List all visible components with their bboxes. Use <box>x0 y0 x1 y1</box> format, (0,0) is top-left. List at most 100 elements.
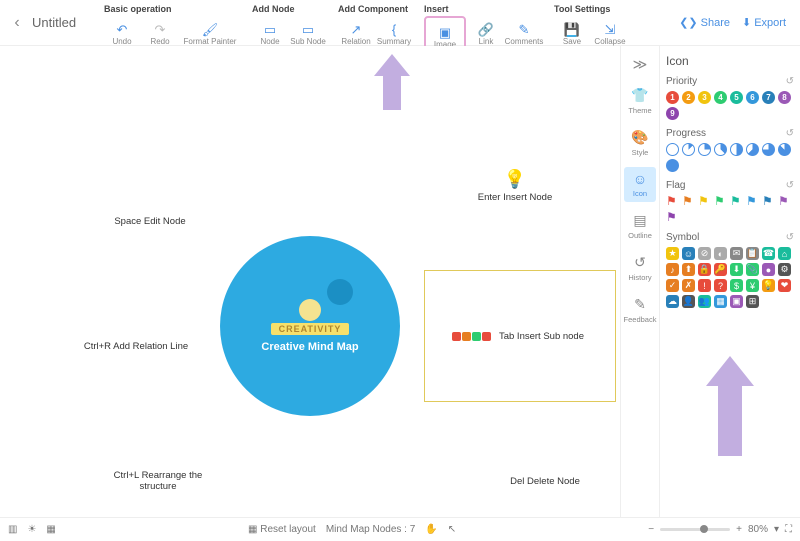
symbol-27[interactable]: ▦ <box>714 295 727 308</box>
tab-expand[interactable]: ≫ <box>624 52 656 77</box>
progress-7[interactable] <box>778 143 791 156</box>
center-node[interactable]: CREATIVITY Creative Mind Map <box>220 236 400 416</box>
redo-button[interactable]: ↷Redo <box>142 16 178 46</box>
flag-1[interactable]: ⚑ <box>682 195 695 208</box>
symbol-23[interactable]: ❤ <box>778 279 791 292</box>
progress-4[interactable] <box>730 143 743 156</box>
symbol-5[interactable]: 📋 <box>746 247 759 260</box>
node-n1[interactable]: Space Edit Node <box>70 166 230 276</box>
back-button[interactable]: ‹ <box>6 0 28 45</box>
symbol-25[interactable]: 👤 <box>682 295 695 308</box>
priority-8[interactable]: 8 <box>778 91 791 104</box>
flag-0[interactable]: ⚑ <box>666 195 679 208</box>
node-n4[interactable]: 💡Enter Insert Node <box>420 121 610 251</box>
symbol-10[interactable]: 🔒 <box>698 263 711 276</box>
progress-6[interactable] <box>762 143 775 156</box>
flag-6[interactable]: ⚑ <box>762 195 775 208</box>
symbol-8[interactable]: ♪ <box>666 263 679 276</box>
format-painter-button[interactable]: 🖌Format Painter <box>180 16 240 46</box>
link-button[interactable]: 🔗Link <box>468 16 504 46</box>
symbol-17[interactable]: ✗ <box>682 279 695 292</box>
symbol-4[interactable]: ✉ <box>730 247 743 260</box>
symbol-2[interactable]: ⊘ <box>698 247 711 260</box>
progress-5[interactable] <box>746 143 759 156</box>
symbol-0[interactable]: ★ <box>666 247 679 260</box>
reset-icon[interactable]: ↺ <box>786 232 794 243</box>
symbol-18[interactable]: ! <box>698 279 711 292</box>
sub-node-button[interactable]: ▭Sub Node <box>290 16 326 46</box>
symbol-12[interactable]: ⬇ <box>730 263 743 276</box>
priority-9[interactable]: 9 <box>666 107 679 120</box>
priority-6[interactable]: 6 <box>746 91 759 104</box>
symbol-21[interactable]: ¥ <box>746 279 759 292</box>
fullscreen-icon[interactable]: ⛶ <box>785 524 792 535</box>
progress-3[interactable] <box>714 143 727 156</box>
grid-icon[interactable]: ▦ <box>46 524 55 535</box>
save-button[interactable]: 💾Save <box>554 16 590 46</box>
zoom-out-icon[interactable]: − <box>648 524 654 535</box>
priority-3[interactable]: 3 <box>698 91 711 104</box>
zoom-slider[interactable] <box>660 528 730 531</box>
symbol-14[interactable]: ● <box>762 263 775 276</box>
tab-icon[interactable]: ☺Icon <box>624 167 656 202</box>
tab-feedback[interactable]: ✎Feedback <box>624 292 656 328</box>
symbol-28[interactable]: ▣ <box>730 295 743 308</box>
symbol-6[interactable]: ☎ <box>762 247 775 260</box>
symbol-26[interactable]: 👥 <box>698 295 711 308</box>
export-button[interactable]: ⬇Export <box>742 16 786 29</box>
mindmap-canvas[interactable]: CREATIVITY Creative Mind Map Space Edit … <box>0 46 620 517</box>
tab-history[interactable]: ↺History <box>624 250 656 286</box>
tab-style[interactable]: 🎨Style <box>624 125 656 161</box>
zoom-in-icon[interactable]: + <box>736 524 742 535</box>
summary-button[interactable]: {Summary <box>376 16 412 46</box>
symbol-22[interactable]: 💡 <box>762 279 775 292</box>
symbol-3[interactable]: ◐ <box>714 247 727 260</box>
priority-7[interactable]: 7 <box>762 91 775 104</box>
priority-1[interactable]: 1 <box>666 91 679 104</box>
progress-0[interactable] <box>666 143 679 156</box>
undo-button[interactable]: ↶Undo <box>104 16 140 46</box>
symbol-15[interactable]: ⚙ <box>778 263 791 276</box>
hand-tool-icon[interactable]: ✋ <box>425 524 437 535</box>
symbol-13[interactable]: 📎 <box>746 263 759 276</box>
reset-layout-button[interactable]: ▦ Reset layout <box>248 524 316 535</box>
share-button[interactable]: ❮❯Share <box>679 16 730 29</box>
reset-icon[interactable]: ↺ <box>786 128 794 139</box>
doc-title[interactable]: Untitled <box>28 0 98 45</box>
progress-1[interactable] <box>682 143 695 156</box>
progress-8[interactable] <box>666 159 679 172</box>
flag-4[interactable]: ⚑ <box>730 195 743 208</box>
tab-outline[interactable]: ▤Outline <box>624 208 656 244</box>
node-n3[interactable]: Ctrl+L Rearrange the structure <box>48 416 268 517</box>
node-button[interactable]: ▭Node <box>252 16 288 46</box>
reset-icon[interactable]: ↺ <box>786 76 794 87</box>
node-n2[interactable]: Ctrl+R Add Relation Line <box>36 286 236 406</box>
symbol-20[interactable]: $ <box>730 279 743 292</box>
collapse-button[interactable]: ⇲Collapse <box>592 16 628 46</box>
flag-2[interactable]: ⚑ <box>698 195 711 208</box>
zoom-control[interactable]: − + 80% ▾ ⛶ <box>648 524 792 535</box>
symbol-16[interactable]: ✓ <box>666 279 679 292</box>
symbol-1[interactable]: ☺ <box>682 247 695 260</box>
priority-2[interactable]: 2 <box>682 91 695 104</box>
tab-theme[interactable]: 👕Theme <box>624 83 656 119</box>
flag-5[interactable]: ⚑ <box>746 195 759 208</box>
symbol-24[interactable]: ☁ <box>666 295 679 308</box>
flag-8[interactable]: ⚑ <box>666 211 679 224</box>
image-button[interactable]: ▣Image <box>427 19 463 49</box>
symbol-11[interactable]: 🔑 <box>714 263 727 276</box>
comments-button[interactable]: ✎Comments <box>506 16 542 46</box>
symbol-9[interactable]: ⬆ <box>682 263 695 276</box>
node-n6[interactable]: Del Delete Node <box>460 421 620 517</box>
flag-7[interactable]: ⚑ <box>778 195 791 208</box>
pointer-tool-icon[interactable]: ↖ <box>448 524 456 535</box>
symbol-7[interactable]: ⌂ <box>778 247 791 260</box>
priority-4[interactable]: 4 <box>714 91 727 104</box>
flag-3[interactable]: ⚑ <box>714 195 727 208</box>
relation-button[interactable]: ↗Relation <box>338 16 374 46</box>
progress-2[interactable] <box>698 143 711 156</box>
reset-icon[interactable]: ↺ <box>786 180 794 191</box>
symbol-19[interactable]: ? <box>714 279 727 292</box>
symbol-29[interactable]: ⊞ <box>746 295 759 308</box>
priority-5[interactable]: 5 <box>730 91 743 104</box>
